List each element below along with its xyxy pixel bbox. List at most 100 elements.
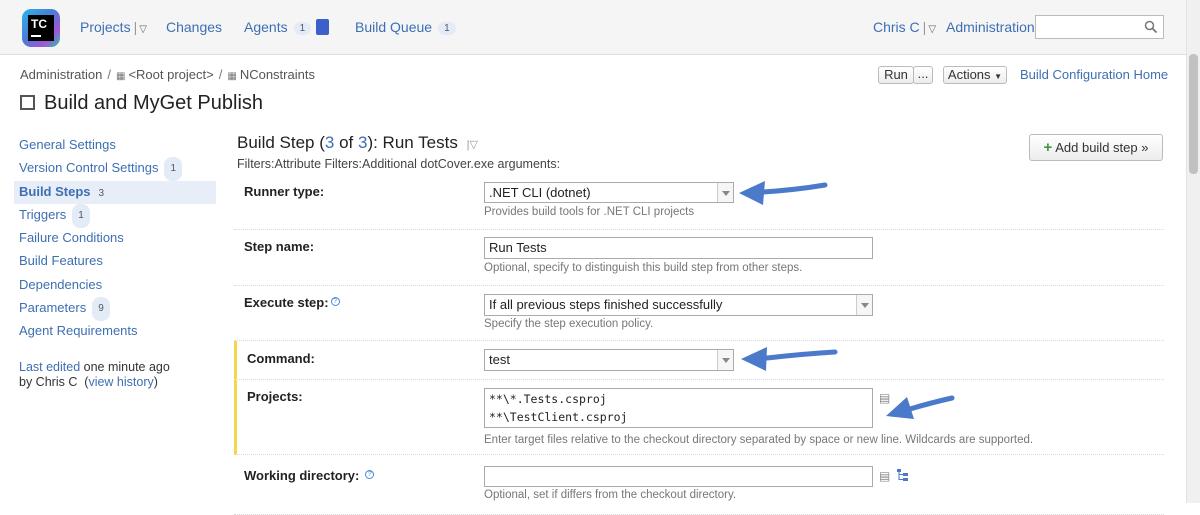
command-value: test <box>489 352 510 367</box>
step-name-input[interactable]: Run Tests <box>484 237 873 259</box>
annotation-arrow-icon <box>741 347 838 371</box>
chevron-down-icon[interactable] <box>856 295 872 315</box>
sidebar-item-build-steps[interactable]: Build Steps 3 <box>14 180 216 204</box>
projects-textarea[interactable]: **\*.Tests.csproj **\TestClient.csproj <box>484 388 873 428</box>
page-scrollbar[interactable] <box>1186 0 1200 503</box>
breadcrumb-root-project[interactable]: <Root project> <box>128 67 213 82</box>
list-editor-icon[interactable]: ▤ <box>879 469 890 483</box>
user-name[interactable]: Chris C <box>873 19 920 35</box>
last-edited-link[interactable]: Last edited <box>19 360 80 374</box>
chevron-down-icon[interactable]: ▽ <box>928 24 936 35</box>
agent-status-icon[interactable] <box>316 19 330 35</box>
nav-agents-label[interactable]: Agents <box>244 19 288 35</box>
chevron-down-icon[interactable] <box>717 350 733 370</box>
build-queue-count-badge: 1 <box>438 22 456 35</box>
sidebar-item-label[interactable]: Build Steps <box>19 184 91 199</box>
projects-note: Enter target files relative to the check… <box>484 434 1034 446</box>
execute-step-select[interactable]: If all previous steps finished successfu… <box>484 294 873 316</box>
build-config-icon <box>20 95 35 110</box>
nav-projects[interactable]: Projects | ▽ <box>80 19 147 35</box>
runner-type-note: Provides build tools for .NET CLI projec… <box>484 206 695 218</box>
command-select[interactable]: test <box>484 349 734 371</box>
breadcrumb-administration[interactable]: Administration <box>20 67 102 82</box>
user-menu[interactable]: Chris C | ▽ <box>873 19 936 35</box>
sidebar-item-triggers[interactable]: Triggers 1 <box>14 203 216 228</box>
top-navigation: TC Projects | ▽ Changes Agents 1 Build Queu… <box>0 0 1186 55</box>
actions-button[interactable]: Actions ▼ <box>943 66 1007 84</box>
actions-label: Actions <box>947 67 991 82</box>
run-button[interactable]: Run <box>878 66 914 84</box>
last-edited-by: by Chris C <box>19 375 78 389</box>
breadcrumb-nconstraints[interactable]: NConstraints <box>240 67 315 82</box>
search-input[interactable] <box>1035 15 1164 39</box>
chevron-down-icon: ▼ <box>994 72 1003 81</box>
working-directory-input[interactable] <box>484 466 873 487</box>
step-title-of: of <box>334 133 358 152</box>
step-menu-toggle[interactable]: |▽ <box>467 139 478 151</box>
execute-step-value: If all previous steps finished successfu… <box>489 297 723 312</box>
nav-administration[interactable]: Administration <box>946 19 1035 35</box>
help-icon[interactable]: ? <box>365 470 375 479</box>
logo-text: TC <box>31 17 47 31</box>
sidebar-item-agent-requirements[interactable]: Agent Requirements <box>14 320 216 343</box>
page-title: Build and MyGet Publish <box>20 92 263 115</box>
last-edited-info: Last edited one minute ago by Chris C (v… <box>19 360 170 389</box>
execute-step-label-text: Execute step: <box>244 295 329 310</box>
settings-sidebar: General Settings Version Control Setting… <box>14 134 216 344</box>
sidebar-item-general-settings[interactable]: General Settings <box>14 134 216 157</box>
build-configuration-home-link[interactable]: Build Configuration Home <box>1020 67 1168 82</box>
teamcity-logo-icon[interactable]: TC <box>22 9 60 47</box>
chevron-down-icon[interactable] <box>717 183 733 202</box>
runner-type-value: .NET CLI (dotnet) <box>489 185 591 200</box>
add-build-step-label: Add build step » <box>1055 140 1149 155</box>
sidebar-item-label[interactable]: Build Features <box>19 253 103 268</box>
runner-type-label: Runner type: <box>244 184 325 199</box>
sidebar-item-label[interactable]: General Settings <box>19 137 116 152</box>
nav-changes[interactable]: Changes <box>166 19 222 35</box>
scrollbar-thumb[interactable] <box>1189 54 1198 174</box>
sidebar-item-version-control-settings[interactable]: Version Control Settings 1 <box>14 157 216 182</box>
sidebar-item-label[interactable]: Agent Requirements <box>19 323 138 338</box>
chevron-down-icon[interactable]: ▽ <box>469 139 477 151</box>
step-title-prefix: Build Step ( <box>237 133 325 152</box>
nav-build-queue-label[interactable]: Build Queue <box>355 19 432 35</box>
directory-tree-icon[interactable] <box>896 468 909 482</box>
nav-changes-label[interactable]: Changes <box>166 19 222 35</box>
search-icon[interactable] <box>1144 20 1158 34</box>
sidebar-item-failure-conditions[interactable]: Failure Conditions <box>14 227 216 250</box>
project-icon: ▦ <box>227 71 237 82</box>
breadcrumb: Administration / ▦ <Root project> / ▦ NConstra… <box>20 67 315 82</box>
working-directory-label-text: Working directory: <box>244 468 360 483</box>
execute-step-label: Execute step:? <box>244 295 340 310</box>
chevron-down-icon[interactable]: ▽ <box>139 24 147 35</box>
command-label: Command: <box>247 351 315 366</box>
step-name-label: Step name: <box>244 239 315 254</box>
sidebar-item-label[interactable]: Parameters <box>19 300 86 315</box>
sidebar-item-label[interactable]: Version Control Settings <box>19 160 158 175</box>
help-icon[interactable]: ? <box>330 297 340 306</box>
sidebar-item-label[interactable]: Dependencies <box>19 277 102 292</box>
sidebar-item-dependencies[interactable]: Dependencies <box>14 274 216 297</box>
run-options-button[interactable]: ... <box>913 66 933 84</box>
sidebar-item-parameters[interactable]: Parameters 9 <box>14 297 216 322</box>
add-build-step-button[interactable]: + Add build step » <box>1029 134 1163 161</box>
step-filters-text: Filters:Attribute Filters:Additional dot… <box>237 157 561 171</box>
sidebar-item-build-features[interactable]: Build Features <box>14 250 216 273</box>
plus-icon: + <box>1043 139 1053 156</box>
nav-projects-label[interactable]: Projects <box>80 19 131 35</box>
step-current-number[interactable]: 3 <box>325 133 334 152</box>
sidebar-item-label[interactable]: Failure Conditions <box>19 230 124 245</box>
sidebar-item-count: 1 <box>164 157 183 182</box>
nav-agents[interactable]: Agents 1 <box>244 19 330 35</box>
projects-label: Projects: <box>247 389 303 404</box>
nav-build-queue[interactable]: Build Queue 1 <box>355 19 456 35</box>
step-name-value: Run Tests <box>489 240 547 255</box>
sidebar-item-label[interactable]: Triggers <box>19 207 66 222</box>
page-title-text: Build and MyGet Publish <box>44 92 264 114</box>
view-history-link[interactable]: view history <box>88 375 153 389</box>
working-directory-note: Optional, set if differs from the checko… <box>484 489 737 501</box>
runner-type-select[interactable]: .NET CLI (dotnet) <box>484 182 734 203</box>
sidebar-item-count: 3 <box>98 187 105 199</box>
sidebar-item-count: 9 <box>92 297 110 322</box>
nav-administration-label[interactable]: Administration <box>946 19 1035 35</box>
